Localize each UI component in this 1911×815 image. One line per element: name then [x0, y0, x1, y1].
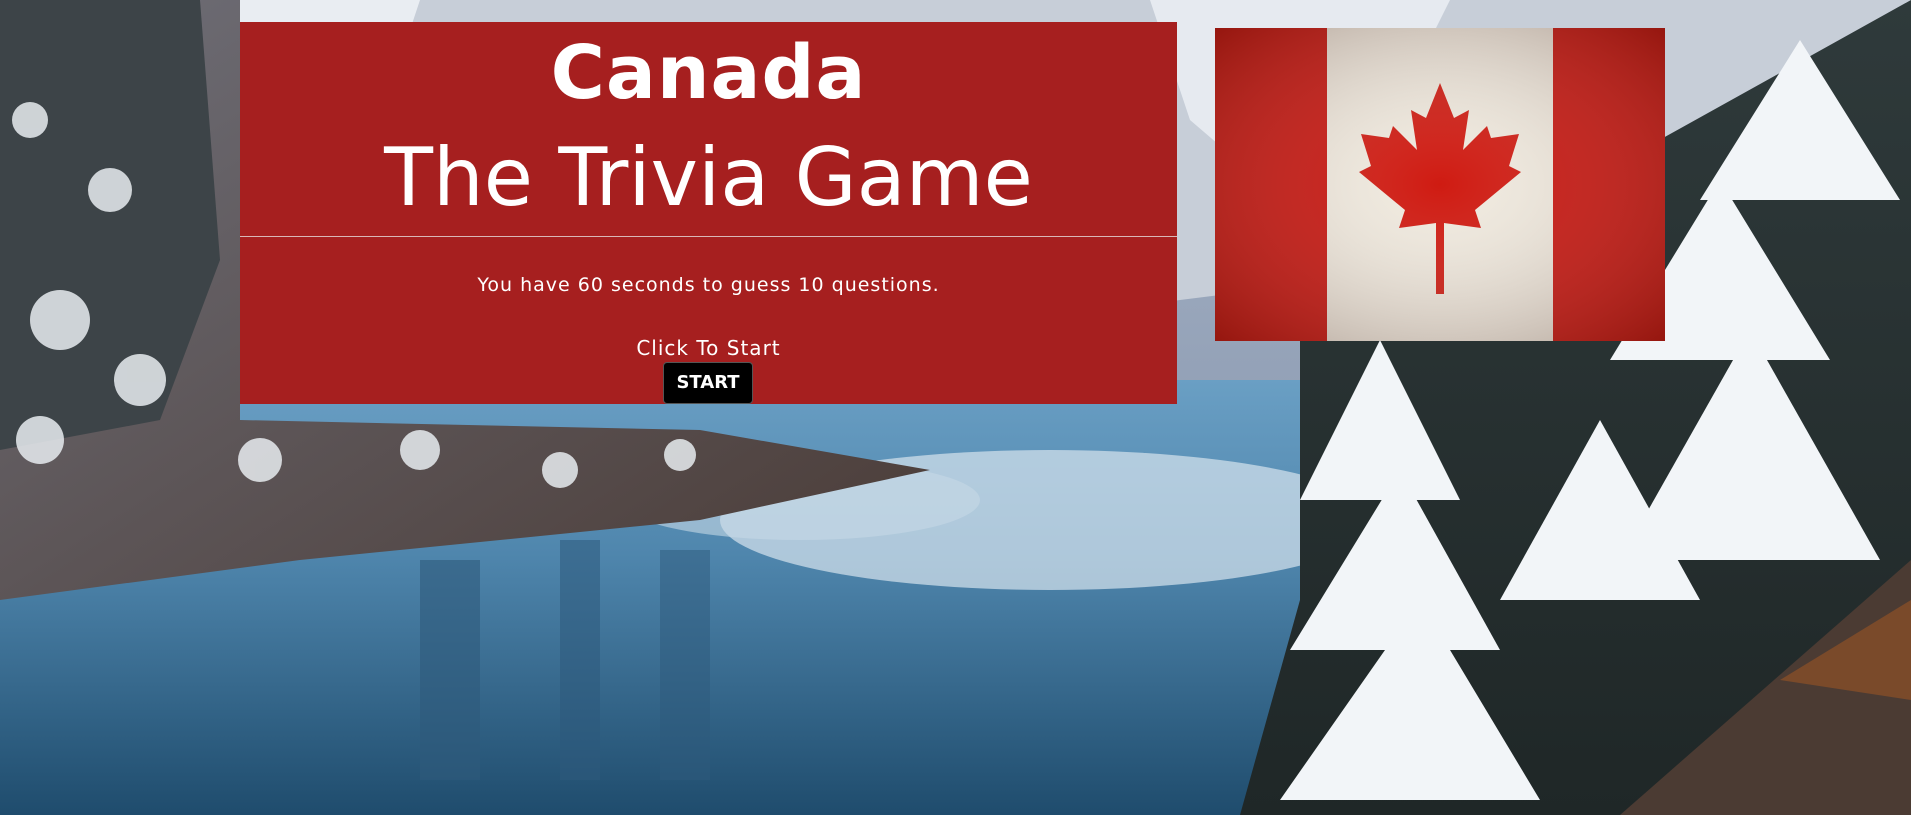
title-divider [240, 236, 1177, 237]
intro-panel: Canada The Trivia Game You have 60 secon… [240, 22, 1177, 404]
game-title: Canada [550, 30, 867, 116]
canada-flag-icon [1215, 28, 1665, 341]
instructions-text: You have 60 seconds to guess 10 question… [477, 274, 940, 296]
game-subtitle: The Trivia Game [384, 131, 1033, 224]
click-to-start-label: Click To Start [636, 336, 781, 360]
start-button[interactable]: START [663, 362, 753, 404]
